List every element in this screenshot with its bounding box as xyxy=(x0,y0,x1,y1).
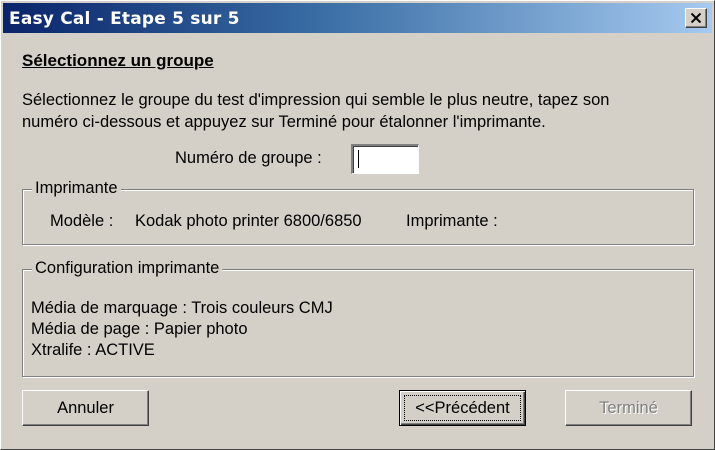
section-heading: Sélectionnez un groupe xyxy=(22,51,214,70)
previous-button[interactable]: <<Précédent xyxy=(399,390,526,426)
dialog-window: Easy Cal - Etape 5 sur 5 Sélectionnez un… xyxy=(0,0,715,450)
marking-media-line: Média de marquage : Trois couleurs CMJ xyxy=(31,299,333,317)
text-caret xyxy=(358,150,359,168)
window-title: Easy Cal - Etape 5 sur 5 xyxy=(9,9,240,29)
printer-groupbox: Imprimante Modèle : Kodak photo printer … xyxy=(22,179,694,245)
instructions-line-1: Sélectionnez le groupe du test d'impress… xyxy=(22,91,610,109)
group-number-label: Numéro de groupe : xyxy=(175,149,322,167)
instructions-line-2: numéro ci-dessous et appuyez sur Terminé… xyxy=(22,113,546,131)
page-media-line: Média de page : Papier photo xyxy=(31,320,248,338)
xtralife-line: Xtralife : ACTIVE xyxy=(31,341,155,359)
previous-button-label: <<Précédent xyxy=(415,399,510,417)
title-bar[interactable]: Easy Cal - Etape 5 sur 5 xyxy=(3,3,712,33)
printer-label: Imprimante : xyxy=(406,212,498,230)
finish-button[interactable]: Terminé xyxy=(565,390,692,426)
close-x-icon xyxy=(691,13,701,23)
close-button[interactable] xyxy=(685,8,707,28)
model-value: Kodak photo printer 6800/6850 xyxy=(135,212,362,230)
cancel-button[interactable]: Annuler xyxy=(22,390,149,426)
config-groupbox: Configuration imprimante Média de marqua… xyxy=(22,259,694,377)
model-label: Modèle : xyxy=(50,212,114,230)
printer-groupbox-legend: Imprimante xyxy=(32,179,121,198)
group-number-input[interactable] xyxy=(351,144,419,174)
config-groupbox-legend: Configuration imprimante xyxy=(32,259,223,278)
instructions-text: Sélectionnez le groupe du test d'impress… xyxy=(22,89,702,133)
